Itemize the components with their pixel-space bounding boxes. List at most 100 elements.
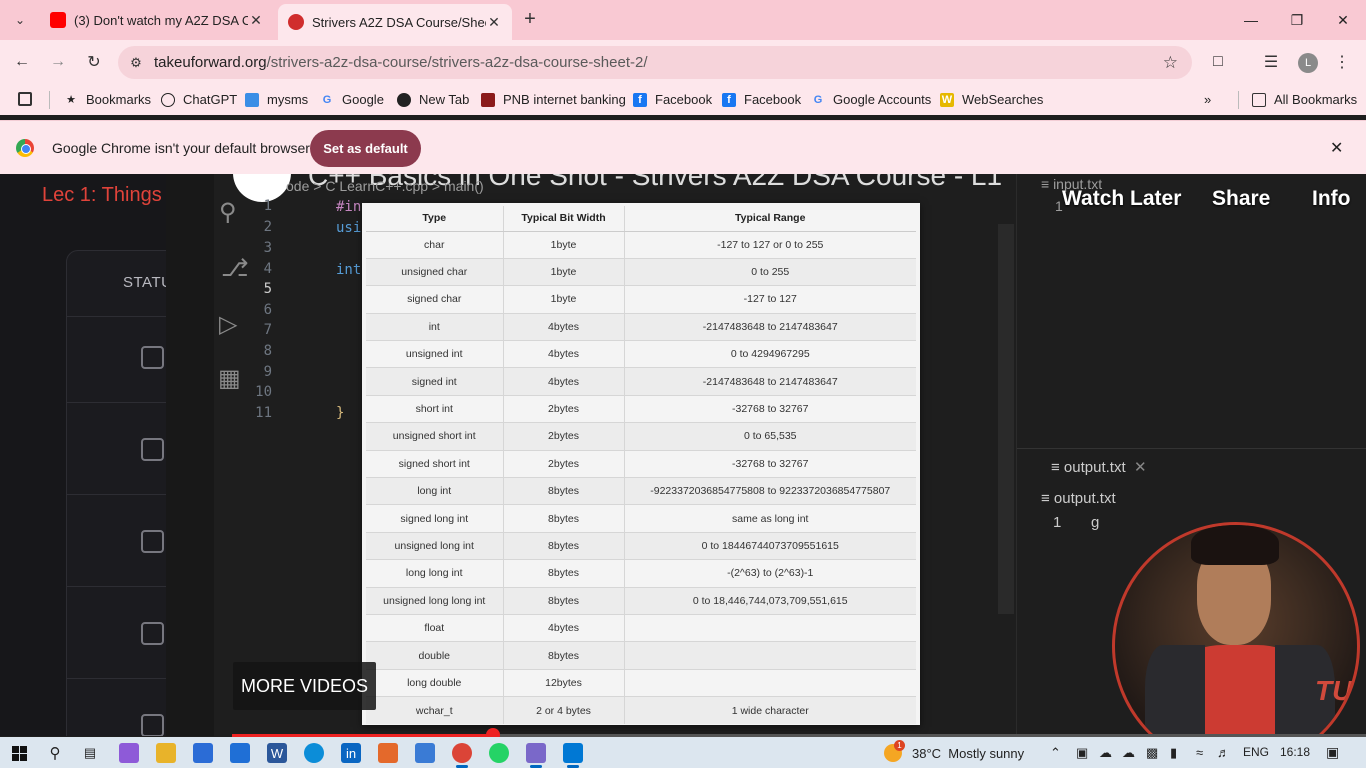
app-icon[interactable]	[378, 743, 398, 763]
bookmark-item[interactable]: PNB internet banking	[481, 92, 626, 107]
edge-icon[interactable]	[304, 743, 324, 763]
table-row: signed short int 2bytes -32768 to 32767	[366, 449, 916, 478]
site-info-icon[interactable]: ⚙	[118, 55, 154, 71]
table-row: signed long int 8bytes same as long int	[366, 504, 916, 533]
google-icon: G	[813, 93, 823, 106]
close-window-button[interactable]: ✕	[1320, 0, 1366, 40]
bookmark-item[interactable]: W WebSearches	[940, 92, 1043, 107]
tab-youtube[interactable]: (3) Don't watch my A2Z DSA Co ✕	[40, 4, 274, 36]
copilot-icon[interactable]	[119, 743, 139, 763]
task-view-icon[interactable]: ▤	[80, 743, 100, 763]
status-checkbox[interactable]	[141, 714, 164, 736]
bookmark-item[interactable]: G Google	[320, 92, 384, 107]
address-bar[interactable]: ⚙ takeuforward.org/strivers-a2z-dsa-cour…	[118, 46, 1192, 79]
reload-button[interactable]: ↻	[82, 50, 106, 74]
mysms-icon	[245, 92, 259, 107]
meet-icon[interactable]: ▣	[1076, 745, 1088, 761]
share-button[interactable]: Share	[1212, 187, 1270, 211]
all-bookmarks-button[interactable]: All Bookmarks	[1252, 92, 1357, 107]
bookmark-item[interactable]: f Facebook	[633, 92, 712, 107]
word-icon[interactable]: W	[267, 743, 287, 763]
info-button[interactable]: Info	[1312, 187, 1350, 211]
table-cell: unsigned char	[366, 257, 504, 286]
table-cell: 1byte	[503, 230, 625, 259]
table-cell: 0 to 18,446,744,073,709,551,615	[624, 586, 916, 615]
start-button[interactable]	[9, 743, 29, 763]
battery-icon[interactable]: ▮	[1170, 745, 1177, 761]
lecture-title[interactable]: Lec 1: Things t	[42, 184, 167, 207]
new-tab-button[interactable]: +	[518, 8, 542, 32]
onedrive-icon[interactable]: ☁	[1122, 745, 1135, 761]
status-checkbox[interactable]	[141, 530, 164, 553]
minimize-button[interactable]: —	[1228, 0, 1274, 40]
code-line: }	[336, 405, 345, 421]
close-icon[interactable]: ✕	[1330, 138, 1343, 158]
bookmark-item[interactable]: f Facebook	[722, 92, 801, 107]
restore-button[interactable]: ❐	[1274, 0, 1320, 40]
bookmark-item[interactable]: ★ Bookmarks	[64, 92, 151, 107]
more-bookmarks-button[interactable]: »	[1204, 92, 1211, 107]
bookmark-star-icon[interactable]: ☆	[1163, 53, 1178, 73]
chrome-taskbar-icon[interactable]	[452, 743, 472, 768]
line-number: 6	[263, 302, 272, 318]
mail-icon[interactable]	[230, 743, 250, 763]
close-icon[interactable]: ✕	[248, 12, 264, 29]
table-cell: int	[366, 312, 504, 341]
bookmark-item[interactable]: mysms	[245, 92, 308, 107]
store-icon[interactable]	[193, 743, 213, 763]
table-row: unsigned long int 8bytes 0 to 184467440737…	[366, 531, 916, 560]
notification-icon[interactable]: ▣	[1326, 744, 1339, 761]
forward-button[interactable]: →	[46, 50, 70, 74]
table-cell	[624, 613, 916, 642]
bookmark-label: PNB internet banking	[503, 92, 626, 107]
whatsapp-icon[interactable]	[489, 743, 509, 763]
more-videos-button[interactable]: MORE VIDEOS	[233, 662, 376, 710]
volume-icon[interactable]: ♬	[1217, 745, 1230, 760]
calculator-icon[interactable]	[415, 743, 435, 763]
windows-icon	[11, 745, 27, 761]
display-icon[interactable]: ▩	[1146, 745, 1158, 761]
toolbar: ← → ↻ ⚙ takeuforward.org/strivers-a2z-ds…	[0, 40, 1366, 85]
snipping-tool-icon[interactable]	[526, 743, 546, 768]
weather-widget[interactable]: 1 38°C Mostly sunny	[884, 740, 1024, 762]
table-cell: char	[366, 230, 504, 259]
status-checkbox[interactable]	[141, 346, 164, 369]
set-default-button[interactable]: Set as default	[310, 130, 421, 167]
media-controls-icon[interactable]: ☰	[1259, 50, 1283, 74]
tab-strivers[interactable]: Strivers A2Z DSA Course/Sheet ✕	[278, 4, 512, 40]
extensions-icon: ▦	[218, 365, 241, 392]
table-cell: 0 to 65,535	[624, 422, 916, 451]
language-indicator[interactable]: ENG	[1243, 745, 1269, 759]
back-button[interactable]: ←	[10, 50, 34, 74]
bookmark-item[interactable]: ChatGPT	[161, 92, 237, 107]
data-types-table: Type Typical Bit Width Typical Range cha…	[362, 203, 920, 725]
linkedin-icon[interactable]: in	[341, 743, 361, 763]
extensions-icon[interactable]: □	[1206, 50, 1230, 74]
bookmark-item[interactable]: New Tab	[397, 92, 469, 107]
bookmark-item[interactable]: G Google Accounts	[811, 92, 932, 107]
avatar[interactable]: L	[1298, 53, 1318, 73]
url-text[interactable]: takeuforward.org/strivers-a2z-dsa-course…	[154, 54, 648, 71]
apps-icon[interactable]	[18, 92, 40, 106]
status-checkbox[interactable]	[141, 622, 164, 645]
cloud-icon[interactable]: ☁	[1099, 745, 1112, 761]
table-cell	[624, 641, 916, 670]
close-icon[interactable]: ✕	[486, 14, 502, 31]
clock[interactable]: 16:18	[1280, 745, 1310, 759]
tab-search-button[interactable]: ⌄	[8, 8, 32, 32]
table-row: double 8bytes	[366, 641, 916, 670]
vscode-activity-bar: ⚲ ⎇ ▷ ▦	[166, 174, 249, 736]
chevron-up-icon[interactable]: ⌃	[1050, 745, 1061, 761]
search-icon[interactable]: ⚲	[45, 743, 65, 763]
wifi-icon[interactable]: ≈	[1196, 745, 1203, 760]
menu-icon[interactable]: ⋮	[1330, 50, 1354, 74]
youtube-icon	[50, 12, 66, 28]
column-header: Typical Bit Width	[503, 206, 625, 232]
watch-later-button[interactable]: Watch Later	[1062, 187, 1181, 211]
run-debug-icon: ▷	[219, 311, 238, 338]
vscode-icon[interactable]	[563, 743, 583, 768]
table-cell: 2bytes	[503, 422, 625, 451]
file-explorer-icon[interactable]	[156, 743, 176, 763]
table-cell: -2147483648 to 2147483647	[624, 367, 916, 396]
status-checkbox[interactable]	[141, 438, 164, 461]
